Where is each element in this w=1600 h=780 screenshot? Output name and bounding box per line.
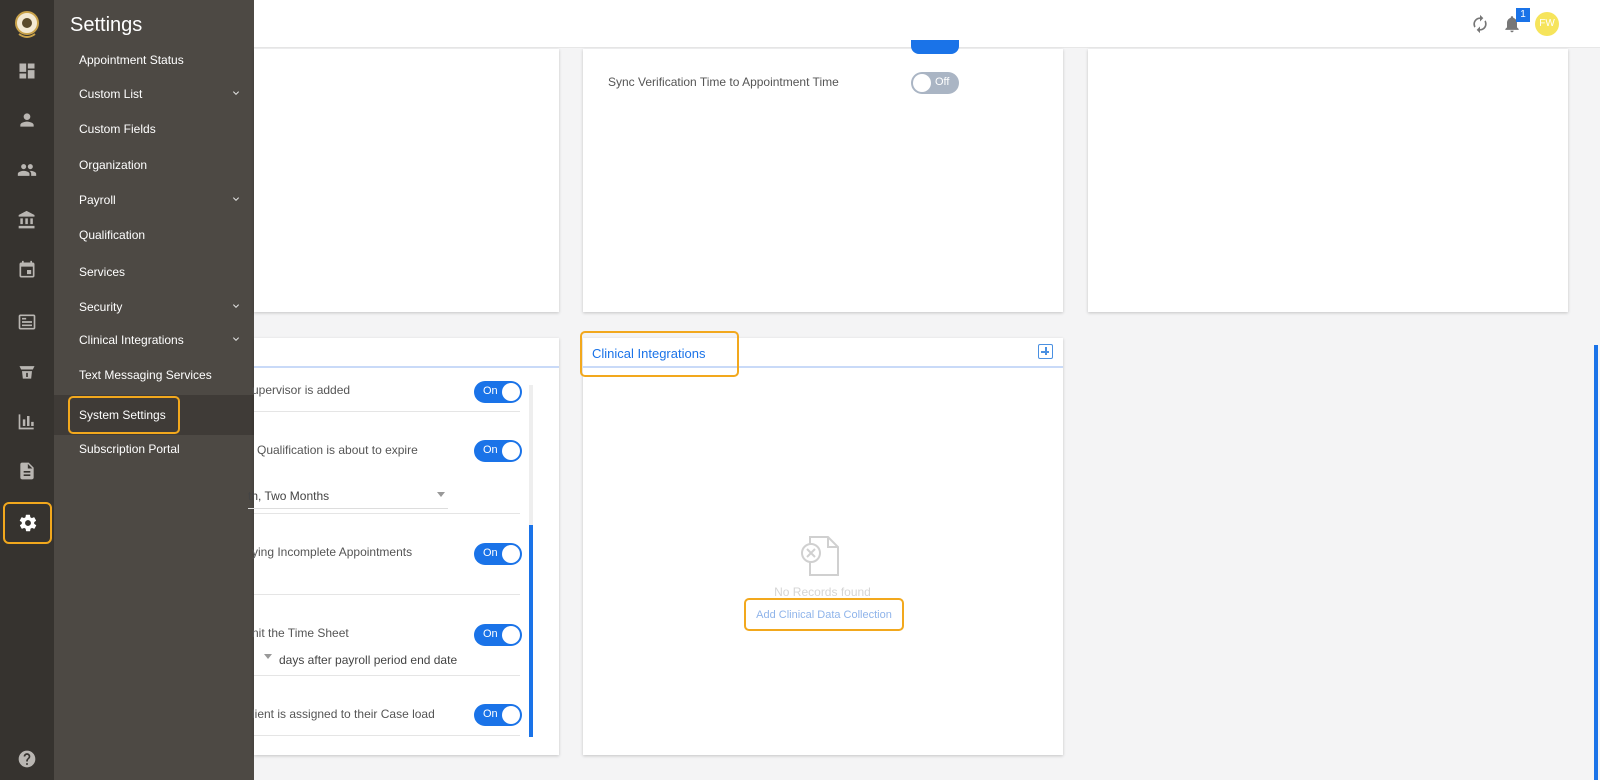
chart-icon[interactable] [0,396,54,446]
toggle-label: On [483,547,498,559]
menu-item-qualification[interactable]: Qualification [54,218,254,252]
menu-item-payroll[interactable]: Payroll [54,183,254,217]
people-icon[interactable] [0,145,54,195]
menu-item-label: Appointment Status [79,53,184,67]
chevron-down-icon [230,87,242,99]
menu-item-system-settings[interactable]: System Settings [54,395,254,435]
card-top-left [254,49,559,312]
setting-incomplete-appointments-label: ying Incomplete Appointments [252,545,413,559]
payment-icon[interactable] [0,347,54,397]
setting-time-sheet-label: nit the Time Sheet [252,626,349,640]
menu-item-label: Payroll [79,193,116,207]
toggle-knob [502,706,520,724]
toggle-label: Off [935,76,950,88]
billing-icon[interactable] [0,297,54,347]
logo-icon[interactable] [14,10,40,40]
sync-verification-label: Sync Verification Time to Appointment Ti… [608,75,839,89]
payroll-days-text: days after payroll period end date [279,653,458,667]
row-divider [254,594,520,595]
menu-item-label: Clinical Integrations [79,333,184,347]
chevron-down-icon[interactable] [264,654,272,659]
toggle-knob [502,383,520,401]
menu-item-label: Custom Fields [79,122,156,136]
setting-incomplete-appointments-toggle[interactable]: On [474,543,522,565]
chevron-down-icon [230,333,242,345]
menu-item-security[interactable]: Security [54,290,254,324]
menu-item-label: Custom List [79,87,143,101]
no-records-text: No Records found [774,585,871,599]
toggle-knob [502,442,520,460]
menu-item-appointment-status[interactable]: Appointment Status [54,43,254,77]
menu-item-custom-fields[interactable]: Custom Fields [54,112,254,146]
setting-qualification-toggle[interactable]: On [474,440,522,462]
avatar[interactable]: FW [1535,12,1559,36]
setting-case-load-label: lient is assigned to their Case load [252,707,435,721]
setting-qualification-label: Qualification is about to expire [257,443,418,457]
menu-item-subscription-portal[interactable]: Subscription Portal [54,432,254,466]
clinical-integrations-title: Clinical Integrations [592,346,706,361]
icon-rail [0,0,54,780]
toggle-label: On [483,708,498,720]
menu-item-label: Qualification [79,228,146,242]
partial-toggle[interactable] [911,40,959,54]
toggle-label: On [483,444,498,456]
chevron-down-icon [230,193,242,205]
menu-item-label: Organization [79,158,148,172]
menu-item-text-messaging-services[interactable]: Text Messaging Services [54,358,254,392]
settings-flyout: Settings Appointment Status Custom List … [54,0,254,780]
qualification-period-select[interactable]: th, Two Months [248,489,329,503]
menu-item-label: Text Messaging Services [79,368,212,382]
row-divider [254,675,520,676]
row-divider [254,411,520,412]
person-icon[interactable] [0,95,54,145]
setting-supervisor-toggle[interactable]: On [474,381,522,403]
menu-item-custom-list[interactable]: Custom List [54,77,254,111]
sync-verification-toggle[interactable]: Off [911,72,959,94]
setting-supervisor-label: upervisor is added [252,383,351,397]
menu-item-label: Security [79,300,123,314]
card-title-bar [254,338,559,368]
menu-item-organization[interactable]: Organization [54,148,254,182]
flyout-title: Settings [70,14,143,36]
bank-icon[interactable] [0,195,54,245]
toggle-knob [502,545,520,563]
no-records-icon [800,533,846,579]
menu-item-services[interactable]: Services [54,255,254,289]
refresh-icon[interactable] [1468,12,1492,36]
setting-time-sheet-toggle[interactable]: On [474,624,522,646]
card-top-right [1088,49,1568,312]
add-clinical-data-collection-link[interactable]: Add Clinical Data Collection [744,598,904,631]
toggle-knob [502,626,520,644]
toggle-label: On [483,385,498,397]
chevron-down-icon [230,300,242,312]
chevron-down-icon[interactable] [437,492,445,497]
selection-highlight [68,396,180,434]
menu-item-clinical-integrations[interactable]: Clinical Integrations [54,323,254,357]
help-icon[interactable] [0,734,54,780]
menu-item-label: Services [79,265,126,279]
add-icon[interactable] [1038,344,1053,359]
select-underline [248,508,448,509]
page-scrollbar-thumb[interactable] [1594,345,1598,780]
card-scrollbar-thumb[interactable] [529,525,533,737]
toggle-label: On [483,628,498,640]
document-icon[interactable] [0,446,54,496]
menu-item-label: Subscription Portal [79,442,180,456]
dashboard-icon[interactable] [0,46,54,96]
calendar-icon[interactable] [0,245,54,295]
notification-badge: 1 [1516,8,1530,22]
row-divider [254,513,520,514]
gear-icon[interactable] [3,502,52,544]
toggle-knob [913,74,931,92]
setting-case-load-toggle[interactable]: On [474,704,522,726]
row-divider [254,735,520,736]
